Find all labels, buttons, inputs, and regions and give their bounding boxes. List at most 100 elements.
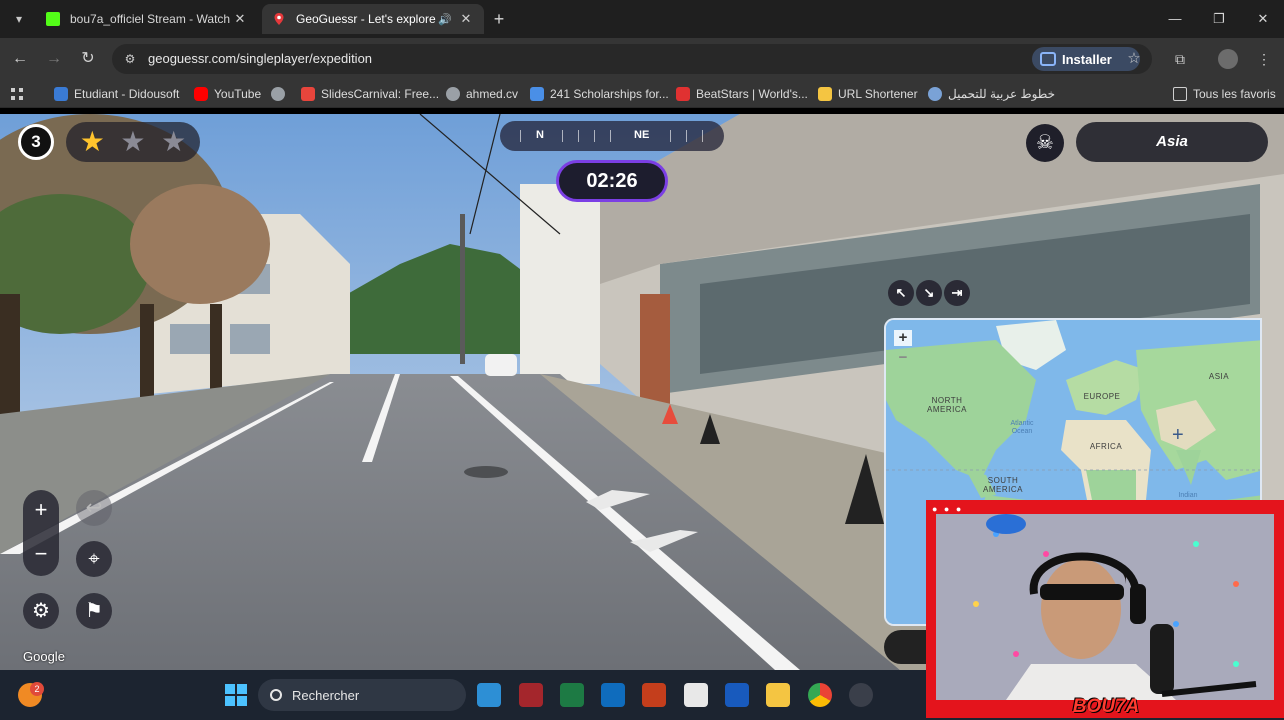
scholarship-icon bbox=[530, 87, 544, 101]
outlook-icon[interactable] bbox=[601, 683, 625, 707]
tab-strip: ▾ bou7a_officiel Stream - Watch L ✕ GeoG… bbox=[0, 0, 1284, 38]
expand-map-icon[interactable]: ↖ bbox=[888, 280, 914, 306]
shrink-map-icon[interactable]: ↘ bbox=[916, 280, 942, 306]
pin-map-icon[interactable]: ⇥ bbox=[944, 280, 970, 306]
bookmark-label: Etudiant - Didousoft bbox=[74, 87, 180, 101]
bookmark-item[interactable]: 241 Scholarships for... bbox=[530, 85, 669, 103]
all-bookmarks-button[interactable]: Tous les favoris bbox=[1173, 85, 1276, 103]
all-bookmarks-label: Tous les favoris bbox=[1193, 87, 1276, 101]
new-tab-button[interactable]: + bbox=[488, 8, 510, 30]
bookmark-star-icon[interactable]: ☆ bbox=[1122, 47, 1146, 71]
tab-twitch-stream[interactable]: bou7a_officiel Stream - Watch L ✕ bbox=[36, 4, 258, 34]
file-explorer-icon[interactable] bbox=[766, 683, 790, 707]
bookmark-label: BeatStars | World's... bbox=[696, 87, 808, 101]
install-icon bbox=[1040, 52, 1056, 66]
windows-start-icon[interactable] bbox=[224, 683, 248, 707]
bookmark-label: ahmed.cv bbox=[466, 87, 519, 101]
tab-search-icon[interactable]: ▾ bbox=[8, 8, 30, 30]
close-window-button[interactable]: ✕ bbox=[1248, 8, 1278, 30]
star-empty-icon: ★ bbox=[120, 126, 146, 157]
compass-north-label: N bbox=[536, 129, 544, 141]
crosshair-icon: + bbox=[1172, 424, 1184, 446]
settings-gear-icon[interactable]: ⚙ bbox=[23, 593, 59, 629]
maximize-button[interactable]: ❐ bbox=[1204, 8, 1234, 30]
screen: ▾ bou7a_officiel Stream - Watch L ✕ GeoG… bbox=[0, 0, 1284, 720]
excel-icon[interactable] bbox=[560, 683, 584, 707]
bookmark-item[interactable]: خطوط عربية للتحميل bbox=[928, 85, 1055, 103]
map-label-atlantic: Atlantic Ocean bbox=[1010, 420, 1034, 435]
bookmark-item[interactable]: ahmed.cv bbox=[446, 85, 518, 103]
profile-avatar[interactable] bbox=[1216, 47, 1240, 71]
chrome-icon[interactable] bbox=[808, 683, 832, 707]
bookmark-label: YouTube bbox=[214, 87, 262, 101]
zoom-in-button[interactable]: + bbox=[23, 492, 59, 528]
obs-icon[interactable] bbox=[849, 683, 873, 707]
streamer-video-image bbox=[936, 514, 1274, 700]
bookmark-item[interactable]: URL Shortener bbox=[818, 85, 918, 103]
bookmark-item[interactable]: YouTube bbox=[194, 85, 261, 103]
bookmarks-bar: Etudiant - Didousoft YouTube SlidesCarni… bbox=[0, 80, 1284, 108]
star-filled-icon: ★ bbox=[79, 126, 105, 157]
apps-grid-icon[interactable] bbox=[10, 85, 24, 103]
tab-geoguessr[interactable]: GeoGuessr - Let's explore th 🔊 ✕ bbox=[262, 4, 484, 34]
streamer-name: BOU7A bbox=[1072, 696, 1140, 717]
minimize-button[interactable]: — bbox=[1160, 8, 1190, 30]
map-label-europe: EUROPE bbox=[1083, 392, 1121, 401]
powerpoint-icon[interactable] bbox=[642, 683, 666, 707]
star-empty-icon: ★ bbox=[161, 126, 187, 157]
map-label-south-america: SOUTH AMERICA bbox=[983, 476, 1023, 494]
map-label-asia: ASIA bbox=[1208, 372, 1230, 381]
taskbar-search[interactable]: Rechercher bbox=[258, 679, 466, 711]
compass-northeast-label: NE bbox=[634, 129, 650, 141]
bookmark-item[interactable] bbox=[271, 85, 291, 103]
bookmark-label: 241 Scholarships for... bbox=[550, 87, 669, 101]
address-bar[interactable]: ⚙ geoguessr.com/singleplayer/expedition … bbox=[112, 44, 1152, 74]
folder-icon bbox=[818, 87, 832, 101]
search-icon bbox=[270, 689, 282, 701]
notification-badge: 2 bbox=[30, 682, 44, 696]
browser-toolbar: ← → ↻ ⚙ geoguessr.com/singleplayer/exped… bbox=[0, 38, 1284, 80]
more-menu-icon[interactable]: ⋮ bbox=[1252, 47, 1276, 71]
checkpoint-flag-icon[interactable]: ⚑ bbox=[76, 593, 112, 629]
bookmark-label: URL Shortener bbox=[838, 87, 918, 101]
compass-bar: N NE bbox=[500, 121, 724, 151]
bookmark-favicon-icon bbox=[54, 87, 68, 101]
google-attribution: Google bbox=[23, 649, 65, 664]
folder-icon bbox=[1173, 87, 1187, 101]
bookmark-label: SlidesCarnival: Free... bbox=[321, 87, 440, 101]
map-label-indian: Indian bbox=[1178, 492, 1198, 499]
close-tab-icon[interactable]: ✕ bbox=[232, 11, 248, 27]
compass-tick bbox=[670, 130, 671, 142]
slidescarnival-icon bbox=[301, 87, 315, 101]
notepad-icon[interactable] bbox=[477, 683, 501, 707]
extensions-icon[interactable]: ⧉ bbox=[1168, 47, 1192, 71]
install-label: Installer bbox=[1062, 51, 1112, 67]
return-to-start-icon[interactable]: ⌖ bbox=[76, 541, 112, 577]
round-counter-badge: 3 bbox=[18, 124, 54, 160]
zoom-out-button[interactable]: − bbox=[23, 536, 59, 572]
access-icon[interactable] bbox=[519, 683, 543, 707]
compass-tick bbox=[594, 130, 595, 142]
round-timer: 02:26 bbox=[556, 160, 668, 202]
search-placeholder: Rechercher bbox=[292, 687, 360, 703]
bookmark-item[interactable]: SlidesCarnival: Free... bbox=[301, 85, 439, 103]
back-button[interactable]: ← bbox=[8, 47, 32, 71]
bookmark-item[interactable]: Etudiant - Didousoft bbox=[54, 85, 179, 103]
map-zoom-out-button[interactable]: − bbox=[894, 350, 912, 366]
word-icon[interactable] bbox=[725, 683, 749, 707]
tab-title: GeoGuessr - Let's explore th bbox=[296, 12, 439, 26]
reload-button[interactable]: ↻ bbox=[76, 47, 100, 71]
compass-tick bbox=[520, 130, 521, 142]
undo-move-icon[interactable]: ↩ bbox=[76, 490, 112, 526]
audio-playing-icon[interactable]: 🔊 bbox=[438, 13, 452, 26]
close-tab-icon[interactable]: ✕ bbox=[458, 11, 474, 27]
snipping-tool-icon[interactable] bbox=[684, 683, 708, 707]
forward-button[interactable]: → bbox=[42, 47, 66, 71]
geoguessr-favicon-icon bbox=[272, 12, 286, 26]
map-zoom-in-button[interactable]: + bbox=[894, 330, 912, 346]
zoom-controls: + − bbox=[23, 490, 59, 576]
site-info-icon[interactable]: ⚙ bbox=[122, 51, 138, 67]
bookmark-item[interactable]: BeatStars | World's... bbox=[676, 85, 808, 103]
map-label-north-america: NORTH AMERICA bbox=[927, 396, 967, 414]
bookmark-label: خطوط عربية للتحميل bbox=[948, 87, 1056, 101]
